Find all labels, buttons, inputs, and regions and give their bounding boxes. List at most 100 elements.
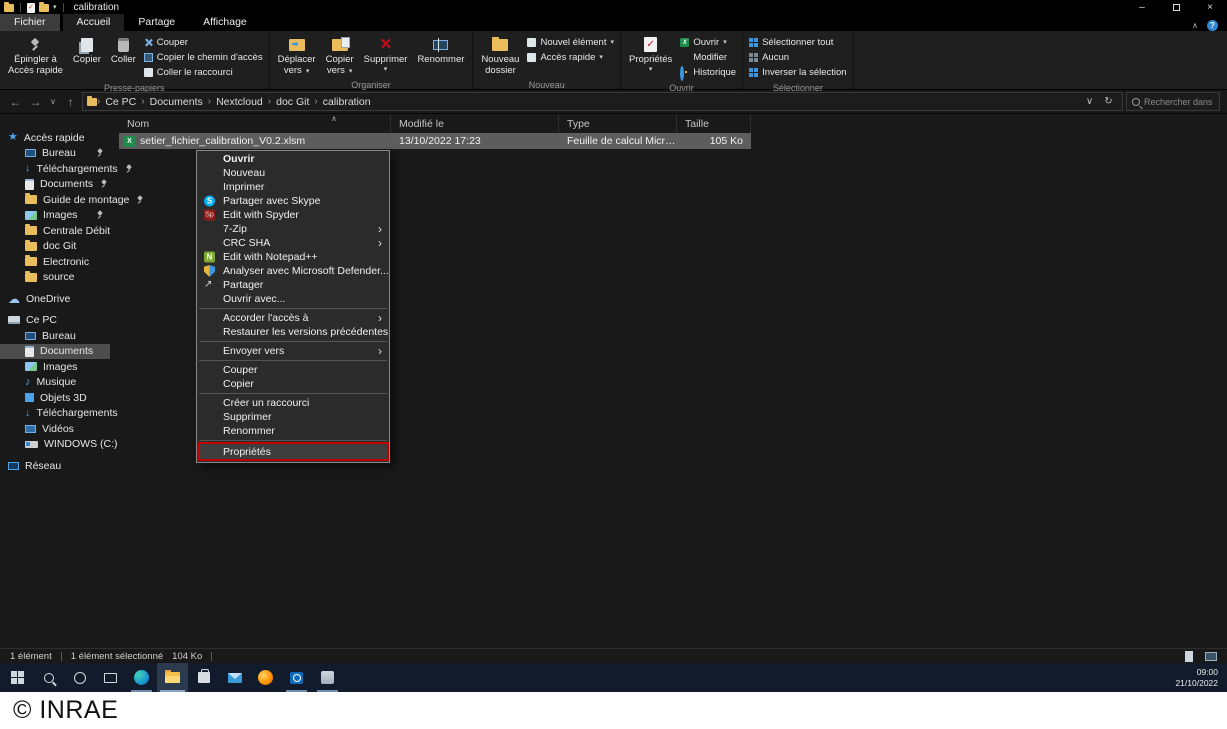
copy-to-button[interactable]: Copier vers▾	[321, 33, 359, 79]
taskbar-clock[interactable]: 09:00 21/10/2022	[1175, 663, 1227, 692]
sidebar-item-pc-objets-3d[interactable]: Objets 3D	[0, 390, 110, 406]
column-header-type[interactable]: Type	[559, 114, 677, 133]
sidebar-item-pc-bureau[interactable]: Bureau	[0, 328, 110, 344]
tab-affichage[interactable]: Affichage	[189, 14, 261, 31]
taskbar-app-button[interactable]	[312, 663, 343, 692]
context-menu-item-couper[interactable]: Couper	[197, 363, 389, 377]
qat-dropdown-icon[interactable]: ▾	[53, 4, 57, 11]
context-menu-item-edit-with-spyder[interactable]: Sp Edit with Spyder	[197, 208, 389, 222]
history-button[interactable]: Historique	[680, 67, 736, 78]
context-menu-item-crc-sha[interactable]: CRC SHA ›	[197, 236, 389, 250]
ribbon-collapse-icon[interactable]: ∧	[1192, 21, 1198, 30]
context-menu-item-7-zip[interactable]: 7-Zip ›	[197, 222, 389, 236]
context-menu-item-envoyer-vers[interactable]: Envoyer vers ›	[197, 344, 389, 358]
taskbar-explorer-button[interactable]	[157, 663, 188, 692]
sidebar-item-electronic[interactable]: Electronic	[0, 254, 110, 270]
context-menu-item-partager[interactable]: ↗ Partager	[197, 278, 389, 292]
rename-button[interactable]: Renommer	[412, 33, 469, 68]
maximize-button[interactable]	[1159, 0, 1193, 15]
sidebar-item-ce-pc[interactable]: Ce PC	[0, 313, 110, 329]
sidebar-item-reseau[interactable]: Réseau	[0, 458, 110, 474]
back-button[interactable]: ←	[7, 96, 24, 108]
close-button[interactable]: ×	[1193, 0, 1227, 15]
search-box[interactable]	[1126, 92, 1220, 111]
column-header-nom[interactable]: Nom	[119, 114, 391, 133]
tab-partage[interactable]: Partage	[124, 14, 189, 31]
easy-access-button[interactable]: Accès rapide ▾	[527, 52, 614, 63]
taskbar-firefox-button[interactable]	[250, 663, 281, 692]
context-menu-item-ouvrir-avec[interactable]: Ouvrir avec...	[197, 292, 389, 306]
select-all-button[interactable]: Sélectionner tout	[749, 37, 846, 48]
taskbar-search-button[interactable]	[33, 663, 64, 692]
breadcrumb-nextcloud[interactable]: Nextcloud	[211, 96, 268, 108]
context-menu-item-imprimer[interactable]: Imprimer	[197, 180, 389, 194]
column-header-modifie-le[interactable]: Modifié le	[391, 114, 559, 133]
address-field[interactable]: › Ce PC › Documents › Nextcloud › doc Gi…	[82, 92, 1123, 111]
breadcrumb-calibration[interactable]: calibration	[318, 96, 376, 108]
breadcrumb-doc-git[interactable]: doc Git	[271, 96, 314, 108]
qat-folder-icon[interactable]	[39, 4, 49, 12]
context-menu-item-ouvrir[interactable]: Ouvrir	[197, 152, 389, 166]
move-to-button[interactable]: Déplacer vers▾	[273, 33, 321, 79]
context-menu-item-copier[interactable]: Copier	[197, 377, 389, 391]
copy-path-button[interactable]: Copier le chemin d'accès	[144, 52, 263, 63]
select-none-button[interactable]: Aucun	[749, 52, 846, 63]
forward-button[interactable]: →	[27, 96, 44, 108]
sidebar-item-guide-de-montage[interactable]: Guide de montage	[0, 192, 110, 208]
breadcrumb-documents[interactable]: Documents	[145, 96, 208, 108]
tab-fichier[interactable]: Fichier	[0, 14, 60, 31]
sidebar-item-pc-windows-c[interactable]: WINDOWS (C:)	[0, 437, 110, 453]
context-menu-item-restaurer-versions[interactable]: Restaurer les versions précédentes	[197, 325, 389, 339]
sidebar-item-doc-git[interactable]: doc Git	[0, 239, 110, 255]
sidebar-item-pc-images[interactable]: Images	[0, 359, 110, 375]
help-icon[interactable]: ?	[1207, 20, 1218, 31]
address-dropdown-icon[interactable]: ∨	[1080, 96, 1099, 107]
sidebar-item-pc-telechargements[interactable]: ↓ Téléchargements	[0, 406, 110, 422]
up-button[interactable]: ↑	[62, 96, 79, 108]
minimize-button[interactable]: –	[1125, 0, 1159, 15]
new-item-button[interactable]: Nouvel élément ▾	[527, 37, 614, 48]
column-header-taille[interactable]: Taille	[677, 114, 751, 133]
context-menu-item-nouveau[interactable]: Nouveau	[197, 166, 389, 180]
context-menu-item-edit-with-notepad[interactable]: N Edit with Notepad++	[197, 250, 389, 264]
sidebar-item-pc-documents[interactable]: Documents	[0, 344, 110, 360]
taskbar-outlook-button[interactable]	[281, 663, 312, 692]
sidebar-item-centrale-debit[interactable]: Centrale Débit	[0, 223, 110, 239]
context-menu-item-analyser-defender[interactable]: Analyser avec Microsoft Defender...	[197, 264, 389, 278]
context-menu-item-proprietes[interactable]: Propriétés	[199, 444, 387, 459]
search-input[interactable]	[1144, 97, 1214, 107]
sidebar-item-images-qa[interactable]: Images	[0, 208, 110, 224]
delete-button[interactable]: × Supprimer ▾	[359, 33, 413, 75]
paste-shortcut-button[interactable]: Coller le raccourci	[144, 67, 263, 78]
context-menu-item-supprimer[interactable]: Supprimer	[197, 410, 389, 424]
context-menu-item-creer-raccourci[interactable]: Créer un raccourci	[197, 396, 389, 410]
edit-button[interactable]: Modifier	[680, 52, 736, 63]
sidebar-item-source[interactable]: source	[0, 270, 110, 286]
context-menu-item-partager-avec-skype[interactable]: S Partager avec Skype	[197, 194, 389, 208]
taskbar-store-button[interactable]	[188, 663, 219, 692]
taskbar-edge-button[interactable]	[126, 663, 157, 692]
sidebar-item-pc-videos[interactable]: Vidéos	[0, 421, 110, 437]
new-folder-button[interactable]: Nouveau dossier	[476, 33, 524, 79]
thumbnail-view-button[interactable]	[1203, 649, 1219, 663]
taskbar-mail-button[interactable]	[219, 663, 250, 692]
sidebar-item-telechargements[interactable]: ↓ Téléchargements	[0, 161, 110, 177]
context-menu-item-renommer[interactable]: Renommer	[197, 424, 389, 438]
recent-locations-icon[interactable]: ∨	[47, 98, 59, 106]
open-button[interactable]: X Ouvrir ▾	[680, 37, 736, 48]
breadcrumb-ce-pc[interactable]: Ce PC	[100, 96, 141, 108]
sidebar-item-quick-access[interactable]: ★ Accès rapide	[0, 130, 110, 146]
start-button[interactable]	[2, 663, 33, 692]
sidebar-item-onedrive[interactable]: ☁ OneDrive	[0, 291, 110, 307]
task-view-button[interactable]	[95, 663, 126, 692]
pin-to-quick-access-button[interactable]: Épingler à Accès rapide	[3, 33, 68, 79]
tab-accueil[interactable]: Accueil	[63, 14, 125, 31]
sidebar-item-pc-musique[interactable]: ♪ Musique	[0, 375, 110, 391]
details-view-button[interactable]	[1181, 649, 1197, 663]
qat-properties-icon[interactable]: ✓	[27, 3, 35, 13]
cortana-button[interactable]	[64, 663, 95, 692]
invert-selection-button[interactable]: Inverser la sélection	[749, 67, 846, 78]
copy-button[interactable]: Copier	[68, 33, 106, 68]
context-menu-item-accorder-acces[interactable]: Accorder l'accès à ›	[197, 311, 389, 325]
refresh-icon[interactable]: ↻	[1099, 96, 1118, 107]
